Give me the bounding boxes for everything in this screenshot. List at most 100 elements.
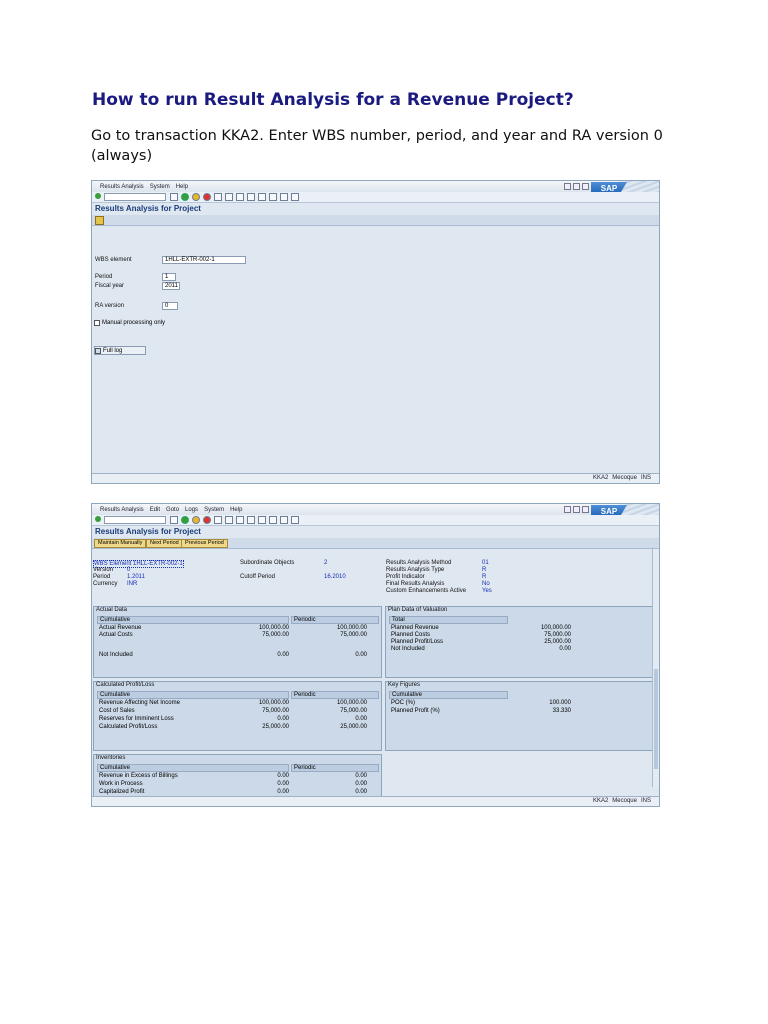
menu-edit[interactable]: Edit (150, 507, 160, 513)
prev-page-icon[interactable] (247, 516, 255, 524)
manual-processing-checkbox[interactable]: Manual processing only (94, 320, 165, 326)
print-icon[interactable] (214, 516, 222, 524)
table-row: Work in Process 0.00 0.00 (99, 781, 367, 787)
last-page-icon[interactable] (269, 193, 277, 201)
maximize-icon[interactable] (573, 506, 580, 513)
save-icon[interactable] (170, 193, 178, 201)
plan-data-title: Plan Data of Valuation (388, 607, 448, 613)
back-icon[interactable] (181, 193, 189, 201)
first-page-icon[interactable] (236, 516, 244, 524)
status-bar: KKA2 Mecoque INS (92, 796, 659, 806)
manual-processing-label: Manual processing only (102, 320, 166, 326)
period-input[interactable]: 1 (162, 273, 176, 281)
new-session-icon[interactable] (280, 516, 288, 524)
prev-page-icon[interactable] (247, 193, 255, 201)
ra-version-input[interactable]: 0 (162, 302, 178, 310)
help-icon[interactable] (291, 193, 299, 201)
table-row: Revenue Affecting Net Income 100,000.00 10… (99, 700, 367, 706)
next-period-button[interactable]: Next Period (146, 539, 183, 548)
cancel-icon[interactable] (203, 193, 211, 201)
table-row: Actual Costs 75,000.00 75,000.00 (99, 632, 367, 638)
cumulative-header: Cumulative (97, 616, 289, 624)
menu-system[interactable]: System (150, 184, 170, 190)
standard-toolbar (92, 515, 659, 526)
cutoff-period-value: 16.2010 (324, 574, 346, 580)
enter-icon[interactable] (95, 193, 101, 199)
table-row: Calculated Profit/Loss 25,000.00 25,000.00 (99, 724, 367, 730)
command-field[interactable] (104, 193, 166, 201)
screen-title: Results Analysis for Project (95, 527, 201, 536)
fiscal-year-label: Fiscal year (95, 283, 125, 289)
actual-data-box: Actual Data Cumulative Periodic Actual R… (93, 606, 382, 678)
calculated-profit-loss-title: Calculated Profit/Loss (96, 682, 155, 688)
periodic-header: Periodic (291, 691, 379, 699)
checkbox-icon[interactable] (94, 320, 100, 326)
vertical-scrollbar[interactable] (652, 549, 659, 787)
scrollbar-thumb[interactable] (654, 669, 658, 769)
menu-logs[interactable]: Logs (185, 507, 198, 513)
find-icon[interactable] (225, 516, 233, 524)
back-icon[interactable] (181, 516, 189, 524)
cancel-icon[interactable] (203, 516, 211, 524)
document-title: How to run Result Analysis for a Revenue… (92, 90, 574, 110)
next-page-icon[interactable] (258, 193, 266, 201)
menu-system[interactable]: System (204, 507, 224, 513)
command-field[interactable] (104, 516, 166, 524)
ra-method-value: 01 (482, 560, 489, 566)
currency-value: INR (127, 581, 138, 587)
last-page-icon[interactable] (269, 516, 277, 524)
fiscal-year-input[interactable]: 2011 (162, 282, 180, 290)
close-icon[interactable] (582, 183, 589, 190)
selection-screen: WBS element 1HLL-EXTR-002-1 Period 1 Fis… (92, 226, 659, 473)
application-toolbar (92, 215, 659, 226)
status-bar: KKA2 Mecoque INS (92, 473, 659, 483)
save-icon[interactable] (170, 516, 178, 524)
screen-title-bar: Results Analysis for Project (92, 203, 659, 214)
enter-icon[interactable] (95, 516, 101, 522)
exit-icon[interactable] (192, 516, 200, 524)
table-row: Revenue in Excess of Billings 0.00 0.00 (99, 773, 367, 779)
menu-results-analysis[interactable]: Results Analysis (100, 507, 144, 513)
next-page-icon[interactable] (258, 516, 266, 524)
exit-icon[interactable] (192, 193, 200, 201)
close-icon[interactable] (582, 506, 589, 513)
maximize-icon[interactable] (573, 183, 580, 190)
screen-title-bar: Results Analysis for Project (92, 526, 659, 537)
table-row: Reserves for Imminent Loss 0.00 0.00 (99, 716, 367, 722)
table-row: Not Included 0.00 (391, 646, 571, 652)
version-value: 0 (127, 567, 131, 573)
table-row: Planned Profit (%) 33.330 (391, 708, 571, 714)
execute-icon[interactable] (95, 216, 104, 225)
window-controls (564, 183, 589, 190)
periodic-header: Periodic (291, 764, 379, 772)
status-server: Mecoque (612, 475, 637, 481)
maintain-manually-button[interactable]: Maintain Manually (94, 539, 147, 548)
period-value: 1.2011 (127, 574, 145, 580)
wbs-input[interactable]: 1HLL-EXTR-002-1 (162, 256, 246, 264)
profit-indicator-label: Profit Indicator (386, 574, 425, 580)
minimize-icon[interactable] (564, 183, 571, 190)
menu-results-analysis[interactable]: Results Analysis (100, 184, 144, 190)
minimize-icon[interactable] (564, 506, 571, 513)
menu-help[interactable]: Help (230, 507, 242, 513)
menu-goto[interactable]: Goto (166, 507, 179, 513)
table-row: POC (%) 100.000 (391, 700, 571, 706)
print-icon[interactable] (214, 193, 222, 201)
ra-version-label: RA version (95, 303, 125, 309)
total-header: Total (389, 616, 508, 624)
menu-help[interactable]: Help (176, 184, 188, 190)
table-row: Not Included 0.00 0.00 (99, 652, 367, 658)
status-mode: INS (640, 475, 651, 481)
period-label: Period (95, 274, 113, 280)
profit-indicator-value: R (482, 574, 487, 580)
full-log-checkbox[interactable]: Full log (94, 346, 146, 355)
checkbox-icon[interactable] (95, 347, 101, 354)
find-icon[interactable] (225, 193, 233, 201)
previous-period-button[interactable]: Previous Period (181, 539, 228, 548)
first-page-icon[interactable] (236, 193, 244, 201)
table-row: Cost of Sales 75,000.00 75,000.00 (99, 708, 367, 714)
new-session-icon[interactable] (280, 193, 288, 201)
help-icon[interactable] (291, 516, 299, 524)
full-log-label: Full log (103, 347, 123, 354)
status-server: Mecoque (612, 798, 637, 804)
